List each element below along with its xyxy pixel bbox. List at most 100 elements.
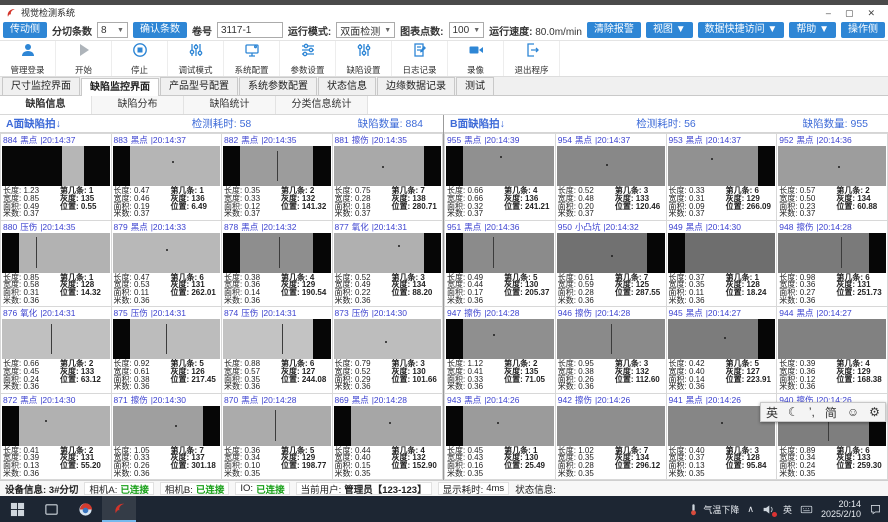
defect-thumbnail[interactable]	[557, 319, 665, 359]
defect-thumbnail[interactable]	[2, 233, 110, 273]
subtab-4[interactable]: 分类信息统计	[276, 96, 368, 114]
defect-thumbnail[interactable]	[2, 146, 110, 186]
action-log-button[interactable]: 日志记录	[392, 41, 448, 76]
weather-tray-item[interactable]: 气温下降	[687, 503, 739, 516]
ime-item-1[interactable]: 英	[766, 404, 778, 421]
defect-thumbnail[interactable]	[334, 406, 442, 446]
defect-card[interactable]: 948擦伤|20:14:28长度: 0.98宽度: 0.36面积: 0.27米数…	[777, 221, 887, 307]
taskbar-app-browser[interactable]	[68, 496, 102, 522]
ime-language-bar[interactable]: 英 ☾ ’, 简 ☺ ⚙	[760, 402, 886, 422]
tab-5[interactable]: 状态信息	[318, 77, 376, 95]
ime-item-2[interactable]: ☾	[788, 405, 799, 419]
defect-card[interactable]: 870黑点|20:14:28长度: 0.36宽度: 0.34面积: 0.10米数…	[222, 394, 332, 480]
task-view-button[interactable]	[34, 496, 68, 522]
defect-card[interactable]: 874压伤|20:14:31长度: 0.88宽度: 0.57面积: 0.35米数…	[222, 307, 332, 393]
defect-card[interactable]: 953黑点|20:14:37长度: 0.33宽度: 0.31面积: 0.09米数…	[667, 134, 777, 220]
defect-thumbnail[interactable]	[223, 406, 331, 446]
ime-item-4[interactable]: 简	[825, 404, 837, 421]
close-button[interactable]: ✕	[867, 7, 875, 19]
defect-thumbnail[interactable]	[113, 319, 221, 359]
notification-center-button[interactable]	[869, 503, 882, 516]
confirm-count-button[interactable]: 确认条数	[133, 22, 187, 38]
defect-card[interactable]: 872黑点|20:14:30长度: 0.41宽度: 0.39面积: 0.13米数…	[1, 394, 111, 480]
run-mode-select[interactable]: 双面检测▼	[336, 22, 395, 38]
defect-thumbnail[interactable]	[557, 406, 665, 446]
defect-thumbnail[interactable]	[113, 146, 221, 186]
defect-card[interactable]: 951黑点|20:14:36长度: 0.49宽度: 0.44面积: 0.17米数…	[445, 221, 555, 307]
defect-card[interactable]: 945黑点|20:14:27长度: 0.42宽度: 0.40面积: 0.14米数…	[667, 307, 777, 393]
action-camera-button[interactable]: 录像	[448, 41, 504, 76]
defect-thumbnail[interactable]	[778, 233, 886, 273]
defect-thumbnail[interactable]	[2, 406, 110, 446]
defect-thumbnail[interactable]	[446, 146, 554, 186]
help-menu-button[interactable]: 帮助 ▼	[789, 22, 836, 38]
action-play-button[interactable]: 开始	[56, 41, 112, 76]
defect-card[interactable]: 883黑点|20:14:37长度: 0.47宽度: 0.46面积: 0.19米数…	[112, 134, 222, 220]
defect-thumbnail[interactable]	[334, 146, 442, 186]
subtab-1[interactable]: 缺陷信息	[0, 96, 92, 114]
chart-points-select[interactable]: 100▼	[449, 22, 485, 38]
subtab-3[interactable]: 缺陷统计	[184, 96, 276, 114]
tab-2[interactable]: 缺陷监控界面	[81, 78, 159, 96]
defect-card[interactable]: 949黑点|20:14:30长度: 0.37宽度: 0.35面积: 0.11米数…	[667, 221, 777, 307]
defect-thumbnail[interactable]	[668, 233, 776, 273]
defect-card[interactable]: 873压伤|20:14:30长度: 0.79宽度: 0.52面积: 0.29米数…	[333, 307, 443, 393]
ime-item-5[interactable]: ☺	[847, 405, 859, 419]
defect-thumbnail[interactable]	[778, 146, 886, 186]
defect-card[interactable]: 879黑点|20:14:33长度: 0.47宽度: 0.53面积: 0.11米数…	[112, 221, 222, 307]
drive-side-button[interactable]: 传动侧	[3, 22, 47, 38]
defect-thumbnail[interactable]	[557, 233, 665, 273]
defect-card[interactable]: 943黑点|20:14:26长度: 0.45宽度: 0.43面积: 0.16米数…	[445, 394, 555, 480]
defect-thumbnail[interactable]	[113, 233, 221, 273]
subtab-2[interactable]: 缺陷分布	[92, 96, 184, 114]
defect-card[interactable]: 880压伤|20:14:35长度: 0.85宽度: 0.58面积: 0.31米数…	[1, 221, 111, 307]
defect-thumbnail[interactable]	[557, 146, 665, 186]
touch-keyboard-tray-item[interactable]	[800, 503, 813, 516]
defect-thumbnail[interactable]	[334, 319, 442, 359]
defect-thumbnail[interactable]	[446, 406, 554, 446]
defect-thumbnail[interactable]	[778, 319, 886, 359]
defect-card[interactable]: 878黑点|20:14:32长度: 0.38宽度: 0.36面积: 0.14米数…	[222, 221, 332, 307]
taskbar-app-inspection-system[interactable]	[102, 496, 136, 522]
defect-thumbnail[interactable]	[223, 233, 331, 273]
action-stop-button[interactable]: 停止	[112, 41, 168, 76]
defect-card[interactable]: 871擦伤|20:14:30长度: 1.05宽度: 0.33面积: 0.26米数…	[112, 394, 222, 480]
defect-thumbnail[interactable]	[113, 406, 221, 446]
defect-card[interactable]: 946擦伤|20:14:28长度: 0.95宽度: 0.38面积: 0.26米数…	[556, 307, 666, 393]
ime-item-6[interactable]: ⚙	[869, 405, 880, 419]
slit-count-select[interactable]: 8▼	[97, 22, 128, 38]
taskbar-clock[interactable]: 20:142025/2/10	[821, 499, 861, 519]
start-button[interactable]	[0, 496, 34, 522]
action-monitor-button[interactable]: 系统配置	[224, 41, 280, 76]
defect-card[interactable]: 876氧化|20:14:31长度: 0.66宽度: 0.45面积: 0.24米数…	[1, 307, 111, 393]
tab-1[interactable]: 尺寸监控界面	[2, 77, 80, 95]
defect-card[interactable]: 877氧化|20:14:31长度: 0.52宽度: 0.49面积: 0.22米数…	[333, 221, 443, 307]
tab-4[interactable]: 系统参数配置	[239, 77, 317, 95]
defect-card[interactable]: 942擦伤|20:14:26长度: 1.02宽度: 0.35面积: 0.28米数…	[556, 394, 666, 480]
operator-side-button[interactable]: 操作侧	[841, 22, 885, 38]
defect-card[interactable]: 944黑点|20:14:27长度: 0.39宽度: 0.36面积: 0.12米数…	[777, 307, 887, 393]
defect-card[interactable]: 869黑点|20:14:28长度: 0.44宽度: 0.40面积: 0.15米数…	[333, 394, 443, 480]
clear-alarm-button[interactable]: 清除报警	[587, 22, 641, 38]
defect-card[interactable]: 952黑点|20:14:36长度: 0.57宽度: 0.50面积: 0.23米数…	[777, 134, 887, 220]
action-tune-button[interactable]: 调试模式	[168, 41, 224, 76]
defect-thumbnail[interactable]	[446, 319, 554, 359]
defect-card[interactable]: 875压伤|20:14:31长度: 0.92宽度: 0.61面积: 0.38米数…	[112, 307, 222, 393]
defect-thumbnail[interactable]	[2, 319, 110, 359]
defect-thumbnail[interactable]	[223, 146, 331, 186]
defect-thumbnail[interactable]	[668, 319, 776, 359]
tab-6[interactable]: 边缘数据记录	[377, 77, 455, 95]
roll-number-input[interactable]: 3117-1	[217, 22, 283, 38]
minimize-button[interactable]: –	[826, 7, 831, 19]
volume-tray-item[interactable]	[762, 503, 775, 516]
action-sliders-h-button[interactable]: 参数设置	[280, 41, 336, 76]
defect-thumbnail[interactable]	[334, 233, 442, 273]
defect-card[interactable]: 882黑点|20:14:35长度: 0.35宽度: 0.33面积: 0.12米数…	[222, 134, 332, 220]
defect-card[interactable]: 954黑点|20:14:37长度: 0.52宽度: 0.48面积: 0.20米数…	[556, 134, 666, 220]
tab-7[interactable]: 测试	[456, 77, 494, 95]
tab-3[interactable]: 产品型号配置	[160, 77, 238, 95]
defect-thumbnail[interactable]	[223, 319, 331, 359]
action-exit-button[interactable]: 退出程序	[504, 41, 560, 76]
tray-overflow-chevron[interactable]: ∧	[747, 504, 754, 515]
ime-item-3[interactable]: ’,	[809, 405, 815, 419]
